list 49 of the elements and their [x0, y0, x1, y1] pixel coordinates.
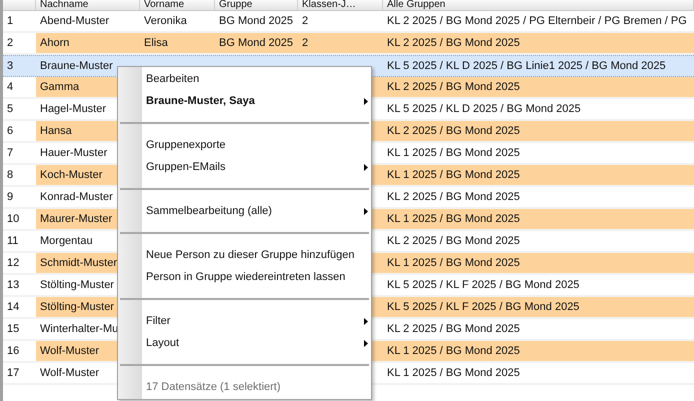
- table-cell-text: Hauer-Muster: [39, 146, 108, 161]
- table-cell-text: Winterhalter-Mu: [39, 322, 120, 337]
- row-number: 10: [3, 209, 36, 229]
- table-cell-text: Veronika: [143, 14, 188, 29]
- table-cell-text: KL 1 2025 / BG Mond 2025: [386, 146, 521, 161]
- row-number: 14: [3, 297, 36, 317]
- table-cell-text: 2: [301, 14, 310, 29]
- table-cell-text: KL 5 2025 / KL D 2025 / BG Mond 2025: [386, 102, 582, 117]
- table-cell-text: Stölting-Muster: [39, 300, 115, 315]
- table-cell-text: Koch-Muster: [39, 168, 104, 183]
- row-number: 16: [3, 341, 36, 361]
- row-number: 6: [3, 121, 36, 141]
- table-cell-text: KL 2 2025 / BG Mond 2025: [386, 234, 521, 249]
- table-cell-text: 2: [301, 36, 310, 51]
- table-cell-text: Hansa: [39, 124, 73, 139]
- table-cell-text: KL 2 2025 / BG Mond 2025: [386, 80, 521, 95]
- table-cell-text: KL 1 2025 / BG Mond 2025: [386, 366, 521, 381]
- table-cell-text: Abend-Muster: [39, 14, 110, 29]
- table-cell-text: Maurer-Muster: [39, 212, 114, 227]
- table-cell-text: KL 2 2025 / BG Mond 2025: [386, 190, 521, 205]
- table-cell-text: Morgentau: [39, 234, 94, 249]
- table-cell-text: BG Mond 2025: [218, 14, 294, 29]
- table-cell-text: KL 1 2025 / BG Mond 2025: [386, 256, 521, 271]
- row-number: 2: [3, 33, 36, 53]
- table-cell-text: Braune-Muster: [39, 59, 114, 74]
- table-cell-text: KL 1 2025 / BG Mond 2025: [386, 168, 521, 183]
- table-cell-text: Gamma: [39, 80, 80, 95]
- table-cell-text: BG Mond 2025: [218, 36, 294, 51]
- table-cell-text: Wolf-Muster: [39, 366, 100, 381]
- table-cell-text: KL 5 2025 / KL F 2025 / BG Mond 2025: [386, 278, 580, 293]
- table-cell-text: KL 2 2025 / BG Mond 2025: [386, 124, 521, 139]
- table-cell-text: KL 5 2025 / KL F 2025 / BG Mond 2025: [386, 300, 580, 315]
- row-number: 12: [3, 253, 36, 273]
- row-number: 4: [3, 77, 36, 97]
- row-number: 8: [3, 165, 36, 185]
- table-cell-text: Ahorn: [39, 36, 70, 51]
- table-cell-text: KL 1 2025 / BG Mond 2025: [386, 344, 521, 359]
- table-cell-text: Hagel-Muster: [39, 102, 108, 117]
- table-cell-text: Schmidt-Muster: [39, 256, 118, 271]
- table-cell-text: KL 2 2025 / BG Mond 2025: [386, 322, 521, 337]
- table-cell-text: KL 5 2025 / KL D 2025 / BG Linie1 2025 / BG Mond 2025: [386, 59, 667, 74]
- table-cell-text: KL 1 2025 / BG Mond 2025: [386, 212, 521, 227]
- row-number: 3: [6, 59, 14, 74]
- table-cell-text: Wolf-Muster: [39, 344, 100, 359]
- table-cell-text: KL 2 2025 / BG Mond 2025: [386, 36, 521, 51]
- table-cell-text: Elisa: [143, 36, 169, 51]
- table-cell-text: Stölting-Muster: [39, 278, 115, 293]
- table-cell-text: Konrad-Muster: [39, 190, 114, 205]
- table-cell-text: KL 2 2025 / BG Mond 2025 / PG Elternbeir / PG Bremen / PG: [386, 14, 688, 29]
